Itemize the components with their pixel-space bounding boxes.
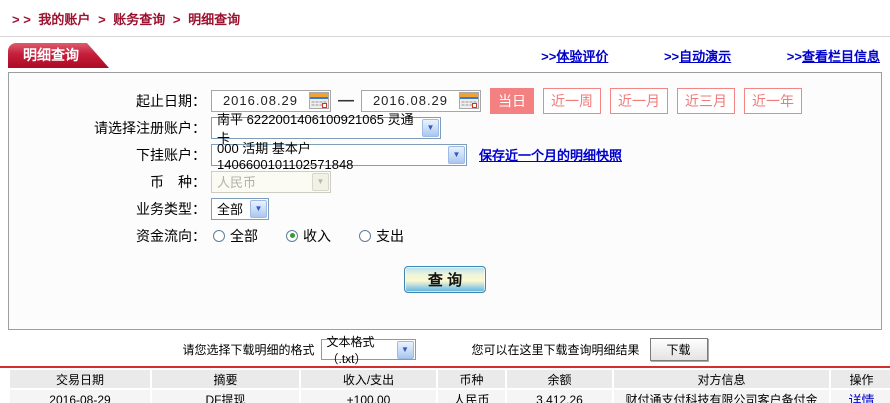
query-button[interactable]: 查 询 [404,266,486,293]
download-format-select[interactable]: 文本格式（.txt） ▼ [320,335,416,366]
fund-flow-option-expense-label: 支出 [376,227,404,244]
chevron-down-icon[interactable]: ▼ [448,145,465,164]
fund-flow-option-all-label: 全部 [230,227,258,244]
download-format-label: 请您选择下载明细的格式 [182,343,315,357]
chevron-down-icon: ▼ [312,172,329,191]
radio-checked-icon[interactable] [286,229,298,242]
breadcrumb-item-detail-query[interactable]: 明细查询 [188,12,240,27]
fund-flow-option-income[interactable]: 收入 [286,226,359,246]
header-income-expense: 收入/支出 [301,370,436,388]
download-hint: 您可以在这里下载查询明细结果 [471,343,640,357]
calendar-icon[interactable] [459,92,479,109]
radio-icon[interactable] [213,229,225,242]
radio-icon[interactable] [359,229,371,242]
breadcrumb: > > 我的账户 > 账务查询 > 明细查询 [0,0,890,28]
tab-bar: 明细查询 >>体验评价 >>自动演示 >>查看栏目信息 [8,43,880,68]
top-links: >>体验评价 >>自动演示 >>查看栏目信息 [489,46,880,65]
fund-flow-option-all[interactable]: 全部 [213,226,286,246]
quick-range-week-button[interactable]: 近一周 [543,87,601,114]
header-summary: 摘要 [152,370,299,388]
header-currency: 币种 [438,370,505,388]
quick-range-3months-button[interactable]: 近三月 [677,87,735,114]
start-date-value: 2016.08.29 [222,93,299,108]
header-transaction-date: 交易日期 [10,370,150,388]
transaction-table: 交易日期 摘要 收入/支出 币种 余额 对方信息 操作 2016-08-29 D… [8,368,890,403]
business-type-value: 全部 [217,202,244,217]
cell-counterparty: 财付通支付科技有限公司客户备付金 [614,390,829,403]
currency-row: 币 种： 人民币 ▼ [9,168,881,195]
query-form-panel: 起止日期： 2016.08.29 — 2016.08.29 当日 近一周 近一月… [8,72,882,330]
cell-balance: 3,412.26 [507,390,612,403]
breadcrumb-divider [0,36,890,37]
breadcrumb-prefix: > > [12,12,31,27]
download-format-value: 文本格式（.txt） [326,334,375,366]
table-row: 2016-08-29 DF提现 +100.00 人民币 3,412.26 财付通… [10,390,890,403]
detail-link[interactable]: 详情 [848,393,874,403]
header-balance: 余额 [507,370,612,388]
fund-flow-label: 资金流向： [136,227,206,244]
link-view-column-info[interactable]: >>查看栏目信息 [787,49,880,64]
currency-value: 人民币 [217,175,257,190]
sub-account-label: 下挂账户： [136,146,206,163]
cell-currency: 人民币 [438,390,505,403]
cell-action: 详情 [831,390,890,403]
date-range-row: 起止日期： 2016.08.29 — 2016.08.29 当日 近一周 近一月… [9,87,881,114]
tab-detail-query[interactable]: 明细查询 [8,43,109,68]
fund-flow-option-income-label: 收入 [303,227,331,244]
chevron-down-icon[interactable]: ▼ [422,118,439,137]
breadcrumb-item-account-query[interactable]: 账务查询 [113,12,165,27]
breadcrumb-separator: > [172,12,181,27]
sub-account-row: 下挂账户： 000 活期 基本户 1406600101102571848 ▼ 保… [9,141,881,172]
register-account-select[interactable]: 南平 6222001406100921065 灵通卡 ▼ [211,112,441,146]
table-header-row: 交易日期 摘要 收入/支出 币种 余额 对方信息 操作 [10,370,890,388]
date-range-separator: — [338,91,354,109]
quick-range-month-button[interactable]: 近一月 [610,87,668,114]
breadcrumb-item-my-account[interactable]: 我的账户 [38,12,90,27]
business-type-row: 业务类型： 全部 ▼ [9,195,881,222]
register-account-label: 请选择注册账户： [94,119,206,136]
breadcrumb-separator: > [98,12,106,27]
cell-income-expense: +100.00 [301,390,436,403]
download-row: 请您选择下载明细的格式 文本格式（.txt） ▼ 您可以在这里下载查询明细结果 … [0,335,890,366]
business-type-label: 业务类型： [136,200,206,217]
link-auto-demo[interactable]: >>自动演示 [664,49,731,64]
chevron-down-icon[interactable]: ▼ [396,340,414,359]
link-experience-rating[interactable]: >>体验评价 [541,49,608,64]
cell-transaction-date: 2016-08-29 [10,390,150,403]
end-date-value: 2016.08.29 [372,93,449,108]
chevron-down-icon[interactable]: ▼ [250,199,267,218]
fund-flow-row: 资金流向： 全部 收入 支出 [9,222,881,249]
cell-summary: DF提现 [152,390,299,403]
business-type-select[interactable]: 全部 ▼ [211,197,269,220]
sub-account-value: 000 活期 基本户 1406600101102571848 [217,140,354,172]
header-counterparty: 对方信息 [614,370,829,388]
save-snapshot-link[interactable]: 保存近一个月的明细快照 [479,145,622,164]
date-range-label: 起止日期： [136,92,206,109]
calendar-icon[interactable] [309,92,329,109]
quick-range-today-button[interactable]: 当日 [490,87,534,114]
sub-account-select[interactable]: 000 活期 基本户 1406600101102571848 ▼ [211,141,467,172]
currency-select: 人民币 ▼ [211,170,331,193]
header-action: 操作 [831,370,890,388]
quick-range-year-button[interactable]: 近一年 [744,87,802,114]
currency-label: 币 种： [150,173,206,190]
download-button[interactable]: 下载 [649,338,708,361]
fund-flow-option-expense[interactable]: 支出 [359,226,432,246]
